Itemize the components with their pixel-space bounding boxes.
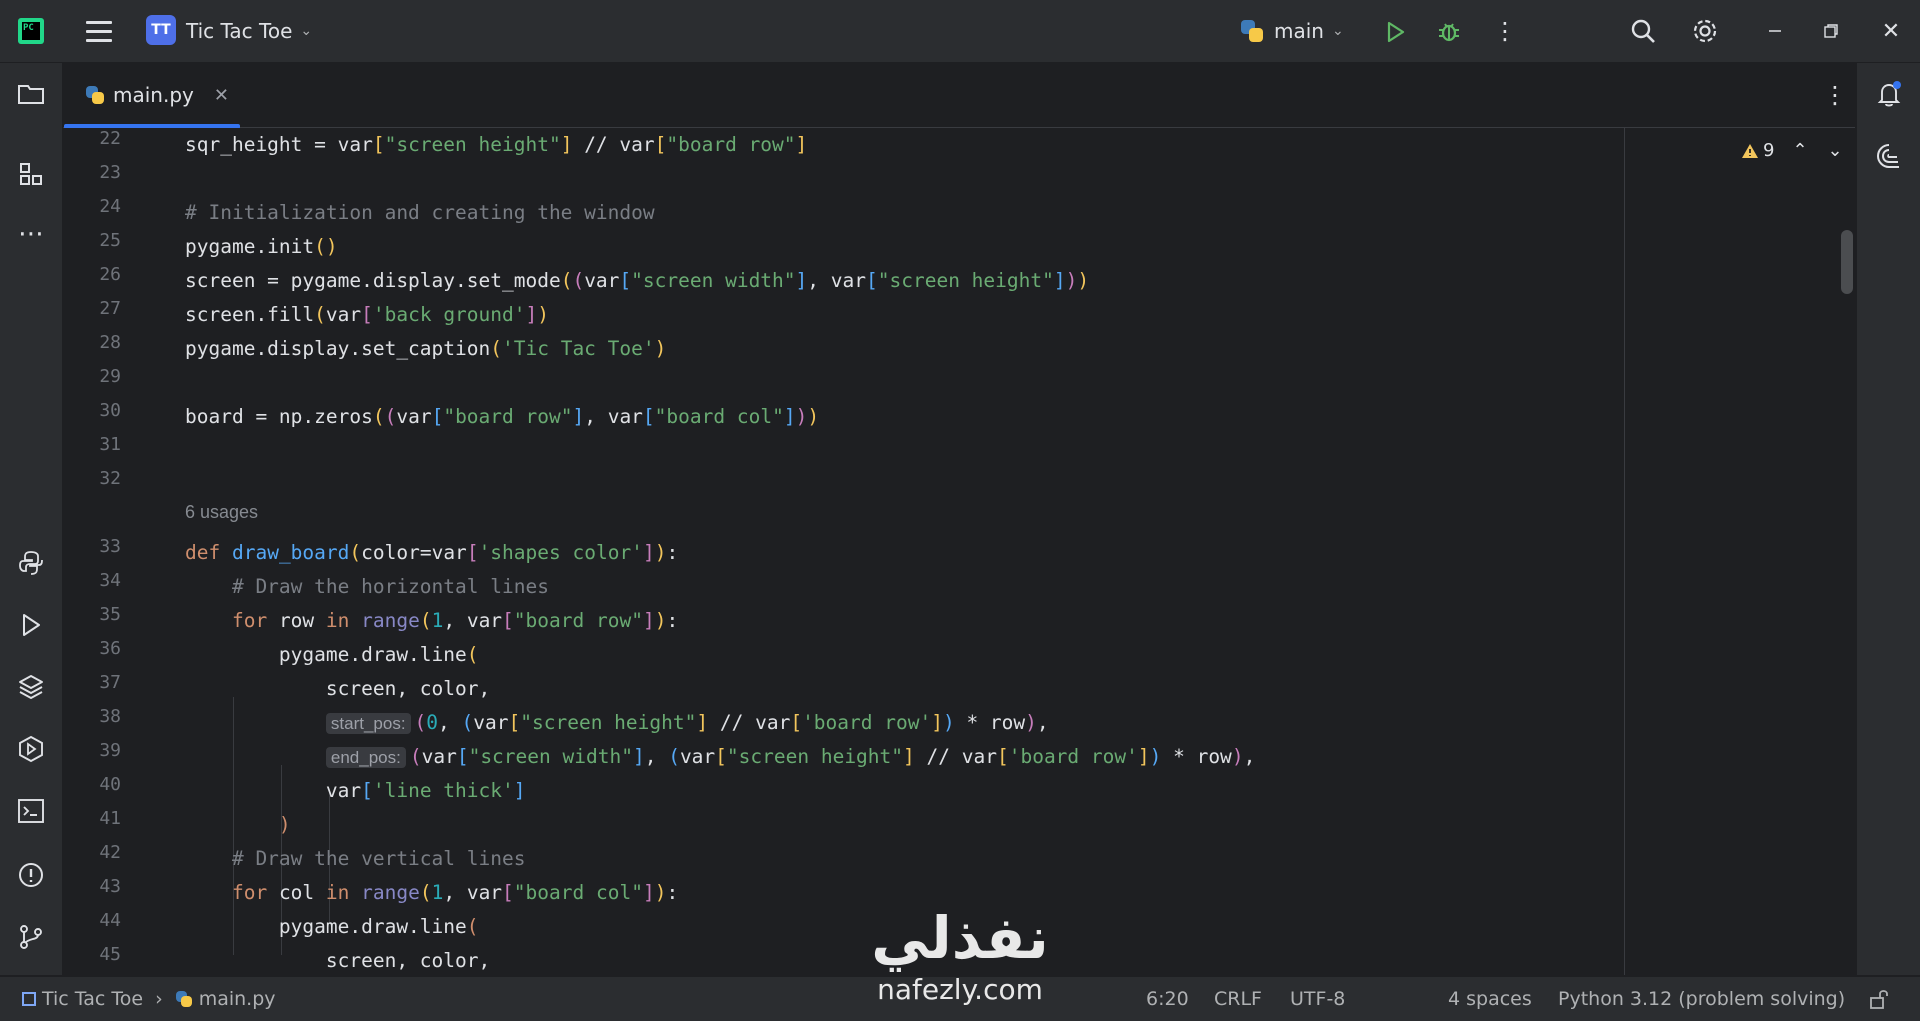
python-icon xyxy=(175,990,193,1008)
more-horizontal-icon[interactable]: ⋯ xyxy=(14,217,48,251)
chevron-right-icon: › xyxy=(155,988,163,1010)
run-tool-icon[interactable] xyxy=(14,608,48,642)
code-line: 28 pygame.display.set_caption('Tic Tac To… xyxy=(99,332,667,360)
code-line: 38 start_pos: (0, (var["screen height"] /… xyxy=(99,706,1049,734)
code-line: 44 pygame.draw.line( xyxy=(99,910,479,938)
breadcrumb-file[interactable]: main.py xyxy=(199,988,276,1010)
tab-label: main.py xyxy=(113,83,194,107)
file-encoding[interactable]: UTF-8 xyxy=(1290,977,1345,1021)
git-icon[interactable] xyxy=(14,920,48,954)
right-tool-bar xyxy=(1856,63,1920,975)
debug-icon[interactable] xyxy=(1434,16,1464,46)
lock-icon[interactable] xyxy=(1868,977,1890,1021)
chevron-up-icon[interactable]: ⌃ xyxy=(1792,140,1807,161)
close-icon[interactable]: ✕ xyxy=(1876,16,1906,46)
python-icon xyxy=(85,85,105,105)
run-icon[interactable] xyxy=(1380,17,1410,47)
code-line: 24 # Initialization and creating the wind… xyxy=(99,196,655,224)
project-badge[interactable]: TT xyxy=(146,15,176,45)
python-console-icon[interactable] xyxy=(14,546,48,580)
inspection-widget[interactable]: 9 ⌃ ⌄ xyxy=(1741,140,1843,161)
code-line: 40 var['line thick'] xyxy=(99,774,526,802)
code-line: 33 def draw_board(color=var['shapes color… xyxy=(99,536,679,564)
indent-setting[interactable]: 4 spaces xyxy=(1448,977,1532,1021)
code-line: 39 end_pos: (var["screen width"], (var["s… xyxy=(99,740,1256,768)
code-editor[interactable]: 9 ⌃ ⌄ 22 sqr_height = var["screen height"… xyxy=(63,128,1855,975)
close-tab-icon[interactable]: ✕ xyxy=(214,85,229,106)
code-line: 36 pygame.draw.line( xyxy=(99,638,479,666)
python-interpreter[interactable]: Python 3.12 (problem solving) xyxy=(1558,977,1845,1021)
ai-assistant-icon[interactable] xyxy=(1872,139,1906,173)
code-line: 43 for col in range(1, var["board col"])… xyxy=(99,876,679,904)
chevron-down-icon[interactable]: ⌄ xyxy=(1828,140,1843,161)
more-vertical-icon[interactable]: ⋮ xyxy=(1490,16,1520,46)
code-line: 42 # Draw the vertical lines xyxy=(99,842,526,870)
code-line: 25 pygame.init() xyxy=(99,230,338,258)
minimize-icon[interactable] xyxy=(1760,16,1790,46)
code-line: 34 # Draw the horizontal lines xyxy=(99,570,549,598)
usages-hint[interactable]: 6 usages xyxy=(185,502,258,523)
caret-position[interactable]: 6:20 xyxy=(1146,977,1189,1021)
code-line: 27 screen.fill(var['back ground']) xyxy=(99,298,549,326)
code-line: 23 xyxy=(99,162,121,183)
pycharm-logo-icon[interactable]: PC xyxy=(18,18,44,44)
code-line: 35 for row in range(1, var["board row"])… xyxy=(99,604,679,632)
python-icon xyxy=(1240,19,1264,43)
param-hint-start-pos: start_pos: xyxy=(325,713,411,734)
problems-icon[interactable] xyxy=(14,858,48,892)
notifications-icon[interactable] xyxy=(1872,77,1906,111)
breadcrumb-project[interactable]: Tic Tac Toe xyxy=(42,988,143,1010)
vertical-scrollbar[interactable] xyxy=(1841,230,1853,294)
status-bar: Tic Tac Toe › main.py 6:20 CRLF UTF-8 4 … xyxy=(0,976,1920,1021)
hamburger-menu-icon[interactable] xyxy=(84,16,114,46)
title-bar: PC TT Tic Tac Toe ⌄ main ⌄ ⋮ ✕ xyxy=(0,0,1920,63)
run-config-name: main xyxy=(1274,19,1324,43)
structure-icon[interactable] xyxy=(14,157,48,191)
search-icon[interactable] xyxy=(1626,14,1660,48)
chevron-down-icon: ⌄ xyxy=(1331,23,1344,39)
terminal-icon[interactable] xyxy=(14,794,48,828)
restore-icon[interactable] xyxy=(1816,16,1846,46)
code-line: 32 xyxy=(99,468,121,489)
usages-hint-line: 6 usages xyxy=(63,502,1713,536)
editor-tab-bar: main.py ✕ ⋮ xyxy=(63,63,1855,129)
code-line: 31 xyxy=(99,434,121,455)
code-line: 22 sqr_height = var["screen height"] // v… xyxy=(99,128,808,156)
chevron-down-icon: ⌄ xyxy=(300,23,313,39)
code-line: 37 screen, color, xyxy=(99,672,491,700)
services-icon[interactable] xyxy=(14,732,48,766)
code-line: 41 ) xyxy=(99,808,291,836)
gear-icon[interactable] xyxy=(1688,14,1722,48)
layers-icon[interactable] xyxy=(14,670,48,704)
tab-main-py[interactable]: main.py ✕ xyxy=(63,63,240,129)
project-selector[interactable]: Tic Tac Toe ⌄ xyxy=(186,16,312,46)
more-vertical-icon[interactable]: ⋮ xyxy=(1823,81,1847,109)
folder-icon[interactable] xyxy=(14,77,48,111)
warning-icon xyxy=(1742,143,1758,158)
breadcrumb: Tic Tac Toe › main.py xyxy=(22,977,276,1021)
run-config-selector[interactable]: main ⌄ xyxy=(1240,15,1344,47)
project-name: Tic Tac Toe xyxy=(186,19,293,43)
code-line: 26 screen = pygame.display.set_mode((var[… xyxy=(99,264,1090,292)
line-ending[interactable]: CRLF xyxy=(1214,977,1262,1021)
param-hint-end-pos: end_pos: xyxy=(325,747,406,768)
code-line: 45 screen, color, xyxy=(99,944,491,972)
code-line: 29 xyxy=(99,366,121,387)
code-line: 30 board = np.zeros((var["board row"], va… xyxy=(99,400,820,428)
module-icon xyxy=(22,992,36,1006)
left-tool-bar: ⋯ xyxy=(0,63,63,975)
warnings-count: 9 xyxy=(1763,140,1775,161)
